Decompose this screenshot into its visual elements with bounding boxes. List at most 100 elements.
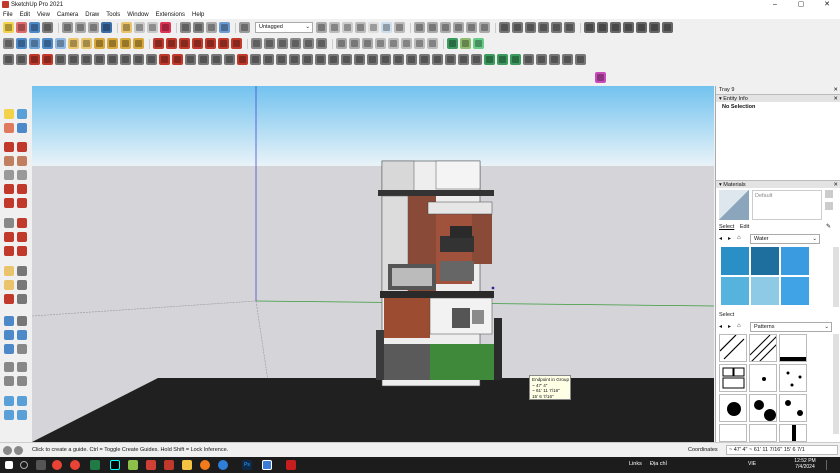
look-around-icon[interactable] [4,376,14,386]
pattern-swatch-10[interactable] [719,424,747,442]
sketchup-icon[interactable] [164,460,174,470]
rotate-tool-icon[interactable] [4,232,14,242]
menu-camera[interactable]: Camera [57,12,78,18]
ext-tool-5-icon[interactable] [55,54,66,65]
zoom-extents-icon[interactable] [401,38,412,49]
ext-tool-8-icon[interactable] [94,54,105,65]
pattern-swatch-9[interactable] [779,394,807,422]
ext-tool-11-icon[interactable] [133,54,144,65]
3d-viewport[interactable]: Endpoint in Group ~ 47' 4" ~ 61' 11 7/16… [32,86,714,442]
camera-icon[interactable] [649,22,660,33]
tray-pin-icon[interactable]: ✕ [833,86,838,94]
trim-icon[interactable] [303,38,314,49]
ext-tool-40-icon[interactable] [510,54,521,65]
tag-dropdown[interactable]: Untagged ⌄ [255,22,313,33]
ext-tool-20-icon[interactable] [250,54,261,65]
undo-icon[interactable] [180,22,191,33]
ext-tool-24-icon[interactable] [302,54,313,65]
ext-tool-18-icon[interactable] [224,54,235,65]
ext-tool-43-icon[interactable] [549,54,560,65]
section-plane-tool-icon[interactable] [17,376,27,386]
pan-icon[interactable] [75,22,86,33]
line-icon[interactable] [4,142,14,152]
sandbox-from-contours-icon[interactable] [153,38,164,49]
extension-warehouse-icon[interactable] [512,22,523,33]
scale-tool-icon[interactable] [4,246,14,256]
make-component-icon[interactable] [17,109,27,119]
style-monochrome-icon[interactable] [394,22,405,33]
menu-edit[interactable]: Edit [20,12,30,18]
delete-icon[interactable] [160,22,171,33]
geo-location-icon[interactable] [447,38,458,49]
previous-tool-icon[interactable] [17,344,27,354]
water-swatch-1[interactable] [721,247,749,275]
layout-icon[interactable] [584,22,595,33]
axes-tool-icon[interactable] [4,294,14,304]
stamp-icon[interactable] [192,38,203,49]
front-view-icon[interactable] [440,22,451,33]
sample-material-icon[interactable] [825,202,833,210]
app-icon[interactable] [128,460,138,470]
pattern-swatch-3[interactable] [779,334,807,362]
collection-dropdown[interactable]: Water ⌄ [750,234,820,244]
start-icon[interactable] [5,461,13,469]
tape-measure-icon[interactable] [68,38,79,49]
menu-extensions[interactable]: Extensions [156,12,185,18]
pie-icon[interactable] [17,198,27,208]
ext-tool-39-icon[interactable] [497,54,508,65]
pattern-swatch-5[interactable] [749,364,777,392]
home-icon-2[interactable]: ⌂ [737,323,745,331]
redo-icon[interactable] [193,22,204,33]
style-textures-icon[interactable] [381,22,392,33]
print-icon[interactable] [206,22,217,33]
dimension-tool-icon[interactable] [17,266,27,276]
home-icon[interactable]: ⌂ [737,235,745,243]
rectangle-icon[interactable] [4,156,14,166]
edit-tab[interactable]: Edit [740,224,749,230]
ext-tool-37-icon[interactable] [471,54,482,65]
freehand-icon[interactable] [17,142,27,152]
ext-tool-36-icon[interactable] [458,54,469,65]
eraser-icon[interactable] [4,123,14,133]
building-icon[interactable] [551,22,562,33]
forward-icon[interactable]: ▸ [728,235,736,243]
coordinates-field[interactable]: ~ 47' 4" ~ 61' 11 7/16" 15' 6 7/1 [726,445,838,455]
pattern-swatch-7[interactable] [719,394,747,422]
ext-tool-29-icon[interactable] [367,54,378,65]
ext-tool-12-icon[interactable] [146,54,157,65]
scale-icon[interactable] [29,38,40,49]
ext-tool-22-icon[interactable] [276,54,287,65]
orbit-2-icon[interactable] [388,38,399,49]
text-icon[interactable] [120,38,131,49]
union-icon[interactable] [277,38,288,49]
user-icon[interactable] [14,446,23,455]
style-hiddenline-icon[interactable] [355,22,366,33]
split-icon[interactable] [316,38,327,49]
zoom-extents-tool-icon[interactable] [4,344,14,354]
minimize-button[interactable]: – [762,0,788,10]
edge-icon[interactable] [218,460,228,470]
water-swatch-2[interactable] [751,247,779,275]
info-icon[interactable] [3,446,12,455]
show-desktop-button[interactable] [826,460,834,470]
house-icon[interactable] [564,22,575,33]
shadow-icon[interactable] [610,22,621,33]
flip-edge-icon[interactable] [231,38,242,49]
follow-me-icon[interactable] [55,38,66,49]
cut-icon[interactable] [121,22,132,33]
rotate-icon[interactable] [16,38,27,49]
section-plane-icon[interactable] [336,38,347,49]
offset-tool-icon[interactable] [17,246,27,256]
ext-tool-10-icon[interactable] [120,54,131,65]
3d-text-icon[interactable] [133,38,144,49]
tag-icon[interactable] [239,22,250,33]
ext-tool-34-icon[interactable] [432,54,443,65]
water-swatch-3[interactable] [781,247,809,275]
ext-tool-13-icon[interactable] [159,54,170,65]
menu-draw[interactable]: Draw [85,12,99,18]
ext-tool-15-icon[interactable] [185,54,196,65]
ext-tool-31-icon[interactable] [393,54,404,65]
search-icon[interactable] [20,461,28,469]
scrollbar[interactable] [833,247,839,307]
zoom-icon[interactable] [88,22,99,33]
